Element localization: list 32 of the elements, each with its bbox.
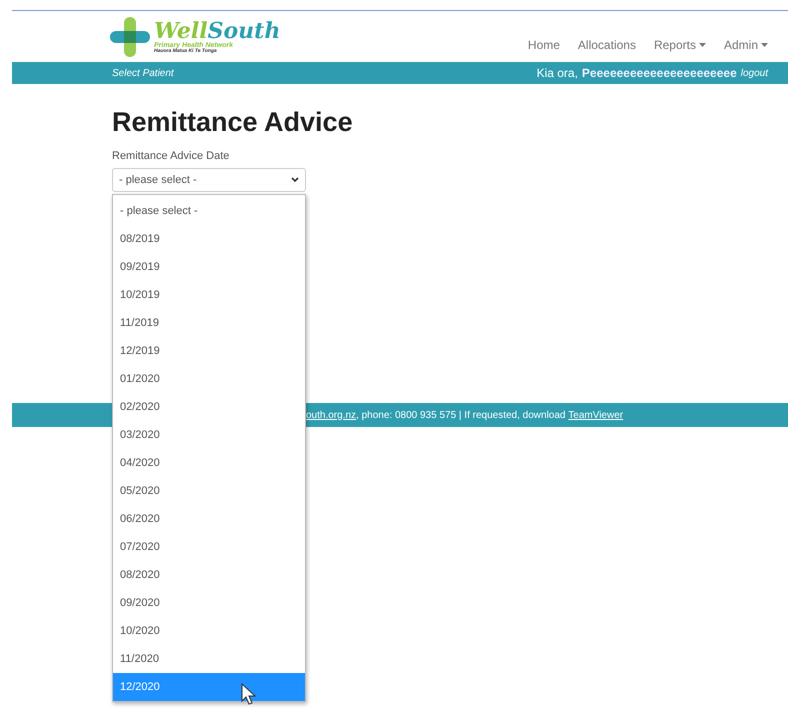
greeting-text: Kia ora,	[536, 66, 578, 80]
dropdown-option[interactable]: 01/2020	[113, 365, 305, 393]
nav-link[interactable]: Reports	[654, 38, 706, 52]
dropdown-option[interactable]: 10/2019	[113, 281, 305, 309]
date-select[interactable]: - please select -	[112, 168, 306, 192]
page-title: Remittance Advice	[112, 107, 354, 138]
footer-text: , phone: 0800 935 575 | If requested, download	[356, 410, 566, 420]
dropdown-option[interactable]: 09/2019	[113, 253, 305, 281]
nav-link[interactable]: Admin	[724, 38, 768, 52]
dropdown-option[interactable]: 03/2020	[113, 421, 305, 449]
dropdown-option[interactable]: 05/2020	[113, 477, 305, 505]
dropdown-option[interactable]: 08/2019	[113, 225, 305, 253]
caret-icon	[698, 43, 706, 47]
dropdown-option[interactable]: 11/2019	[113, 309, 305, 337]
cross-logo-icon	[110, 16, 150, 56]
field-label: Remittance Advice Date	[112, 150, 230, 162]
caret-icon	[761, 43, 768, 47]
dropdown-option[interactable]: 04/2020	[113, 449, 305, 477]
nav-link[interactable]: Allocations	[578, 38, 636, 52]
user-name: Peeeeeeeeeeeeeeeeeeeeee	[582, 66, 737, 80]
dropdown-option[interactable]: 10/2020	[113, 617, 305, 645]
chevron-icon	[291, 177, 299, 183]
dropdown-option[interactable]: 08/2020	[113, 561, 305, 589]
dropdown-option[interactable]: 11/2020	[113, 645, 305, 673]
logo-wordmark: WellSouth	[154, 20, 280, 42]
dropdown-option[interactable]: 07/2020	[113, 533, 305, 561]
dropdown-option[interactable]: 09/2020	[113, 589, 305, 617]
nav-link[interactable]: Home	[528, 38, 560, 52]
dropdown-option[interactable]: 02/2020	[113, 393, 305, 421]
dropdown-option[interactable]: 12/2019	[113, 337, 305, 365]
dropdown-option[interactable]: 06/2020	[113, 505, 305, 533]
dropdown-option[interactable]: - please select -	[113, 197, 305, 225]
